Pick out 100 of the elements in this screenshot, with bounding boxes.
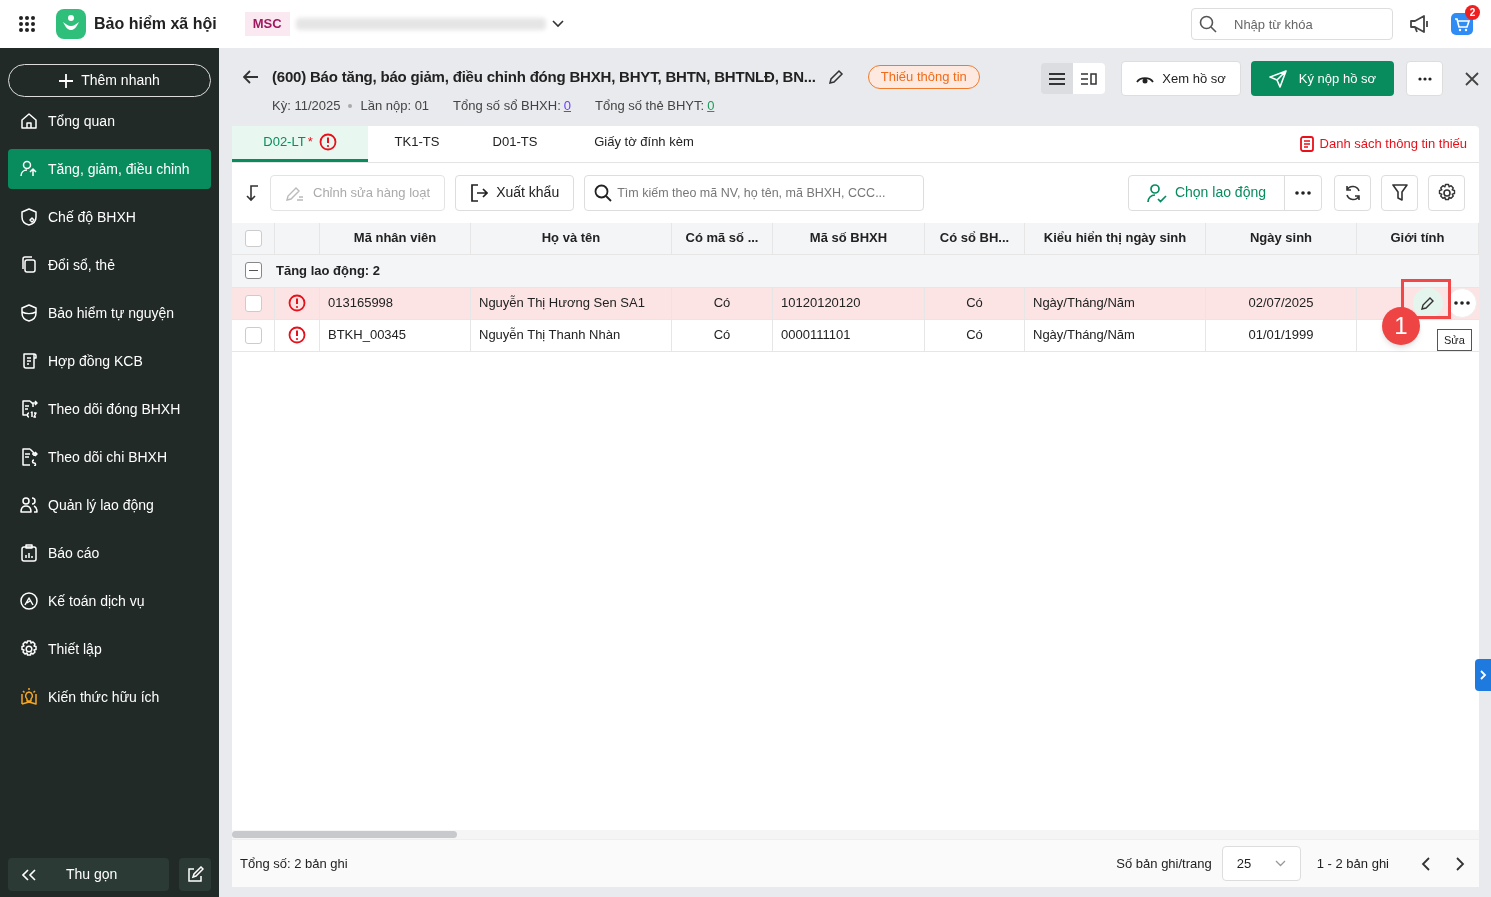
previous-page-icon[interactable] xyxy=(1421,856,1430,871)
circle-icon xyxy=(20,592,38,610)
tenant-selector[interactable]: MSC xyxy=(244,12,564,36)
settings-icon xyxy=(20,640,38,658)
column-header[interactable]: Có mã số ... xyxy=(672,222,773,255)
column-header[interactable]: Mã số BHXH xyxy=(773,222,925,255)
employee-search-field[interactable]: Tìm kiếm theo mã NV, họ tên, mã BHXH, CCC... xyxy=(584,174,925,211)
sidebar-item[interactable]: Đổi sổ, thẻ xyxy=(8,245,211,285)
edit-icon xyxy=(186,865,204,884)
users-icon xyxy=(20,496,38,514)
app-grid-icon[interactable] xyxy=(18,15,36,33)
sign-submit-button[interactable]: Ký nộp hồ sơ xyxy=(1250,61,1394,96)
sidebar-item[interactable]: Hợp đồng KCB xyxy=(8,341,211,381)
checkbox[interactable] xyxy=(244,326,262,344)
view-file-button[interactable]: Xem hồ sơ xyxy=(1121,61,1241,96)
sidebar-item[interactable]: Thiết lập xyxy=(8,629,211,669)
tab[interactable]: Giấy tờ đính kèm xyxy=(564,125,724,162)
tooltip: Sửa xyxy=(1437,328,1472,351)
filter-icon xyxy=(1391,183,1408,202)
send-icon xyxy=(1268,69,1287,88)
logo-icon xyxy=(56,9,86,39)
lightbulb-icon xyxy=(20,688,38,706)
sidebar-item[interactable]: Báo cáo xyxy=(8,533,211,573)
column-header[interactable]: Kiểu hiển thị ngày sinh xyxy=(1025,222,1206,255)
table-cell-text: Nguyễn Thị Hương Sen SA1 xyxy=(479,294,645,313)
sidebar-item[interactable]: Theo dõi chi BHXH xyxy=(8,437,211,477)
split-view-button[interactable] xyxy=(1073,63,1106,94)
chevron-right-icon xyxy=(1479,670,1487,680)
document-icon xyxy=(20,448,38,466)
filter-button[interactable] xyxy=(1381,174,1418,211)
checkbox[interactable] xyxy=(244,229,262,247)
list-view-button[interactable] xyxy=(1041,63,1074,94)
sidebar-item[interactable]: Quản lý lao động xyxy=(8,485,211,525)
sidebar-item[interactable]: Bảo hiểm tự nguyện xyxy=(8,293,211,333)
column-header[interactable]: Mã nhân viên xyxy=(320,222,471,255)
sidebar-item[interactable]: Kế toán dịch vụ xyxy=(8,581,211,621)
column-header[interactable]: Họ và tên xyxy=(471,222,672,255)
column-header[interactable]: Có sổ BH... xyxy=(925,222,1025,255)
pencil-icon[interactable] xyxy=(827,69,844,85)
missing-info-link[interactable]: Danh sách thông tin thiếu xyxy=(1299,125,1479,162)
copy-icon xyxy=(20,256,38,274)
bhxh-count-link[interactable]: 0 xyxy=(563,96,571,116)
refresh-button[interactable] xyxy=(1334,174,1371,211)
sidebar-item[interactable]: Tổng quan xyxy=(8,101,211,141)
plus-icon xyxy=(59,73,74,88)
table-cell-text: Có xyxy=(713,326,731,345)
pencil-icon xyxy=(1421,296,1435,310)
total-records-text: Tổng số: 2 bản ghi xyxy=(240,854,348,873)
table-cell-text: Ngày/Tháng/Năm xyxy=(1033,294,1135,313)
column-header[interactable]: Ngày sinh xyxy=(1206,222,1357,255)
export-button[interactable]: Xuất khẩu xyxy=(455,174,575,211)
column-header[interactable]: Giới tính xyxy=(1357,222,1479,255)
group-toggle[interactable] xyxy=(245,262,262,279)
page-size-select[interactable]: 25 xyxy=(1221,846,1301,881)
sidebar-item[interactable]: Theo dõi đóng BHXH xyxy=(8,389,211,429)
sort-arrow-icon[interactable] xyxy=(246,183,260,202)
record-range-text: 1 - 2 bản ghi xyxy=(1316,854,1389,873)
side-panel-toggle[interactable] xyxy=(1475,659,1491,691)
table-cell-text: Có xyxy=(966,326,983,345)
tab[interactable]: TK1-TS xyxy=(368,125,466,162)
refresh-icon xyxy=(1343,183,1362,202)
more-icon xyxy=(1295,190,1311,195)
table-cell-text: Nguyễn Thị Thanh Nhàn xyxy=(479,326,621,345)
home-icon xyxy=(20,112,38,130)
tab[interactable]: D01-TS xyxy=(466,125,564,162)
chevron-down-icon xyxy=(1274,860,1286,867)
sidebar-item[interactable]: Kiến thức hữu ích xyxy=(8,677,211,717)
status-badge: Thiếu thông tin xyxy=(867,65,980,89)
document-icon xyxy=(20,400,38,418)
cart-count-badge: 2 xyxy=(1465,5,1480,20)
close-icon[interactable] xyxy=(1465,71,1479,86)
split-view-icon xyxy=(1081,72,1098,85)
sidebar-item[interactable]: Chế độ BHXH xyxy=(8,197,211,237)
document-icon xyxy=(1299,135,1314,152)
table-cell-text: 10120120120 xyxy=(781,294,861,313)
sidebar-item[interactable]: Tăng, giảm, điều chỉnh xyxy=(8,149,211,189)
table-cell-text: 013165998 xyxy=(328,294,394,313)
collapse-button[interactable]: Thu gọn xyxy=(8,858,169,891)
edit-menu-button[interactable] xyxy=(179,858,211,891)
export-icon xyxy=(470,183,489,202)
document-title: (600) Báo tăng, báo giảm, điều chỉnh đóng BHXH, BHYT, BHTN, BHTNLĐ, BN... xyxy=(272,66,816,87)
megaphone-icon[interactable] xyxy=(1409,14,1431,34)
keyword-search-field[interactable]: Nhập từ khóa xyxy=(1191,8,1393,40)
tenant-code: MSC xyxy=(244,12,290,36)
chevron-down-icon xyxy=(551,20,564,28)
period-text: Kỳ: 11/2025 xyxy=(272,97,341,115)
bhxh-count-label: Tổng số sổ BHXH: xyxy=(453,97,561,115)
search-icon xyxy=(1199,15,1217,33)
settings-button[interactable] xyxy=(1428,174,1465,211)
table-cell-text: 02/07/2025 xyxy=(1248,294,1314,313)
edit-row-button[interactable] xyxy=(1413,288,1443,318)
double-chevron-left-icon xyxy=(22,868,36,881)
table-cell-text: BTKH_00345 xyxy=(328,326,407,345)
scrollbar-thumb[interactable] xyxy=(232,831,457,838)
next-page-icon[interactable] xyxy=(1456,856,1465,871)
tab[interactable]: D02-LT* xyxy=(232,125,368,162)
required-mark: * xyxy=(307,133,313,152)
back-arrow-icon[interactable] xyxy=(243,70,259,84)
scroll-icon xyxy=(20,352,38,370)
checkbox[interactable] xyxy=(244,294,262,312)
